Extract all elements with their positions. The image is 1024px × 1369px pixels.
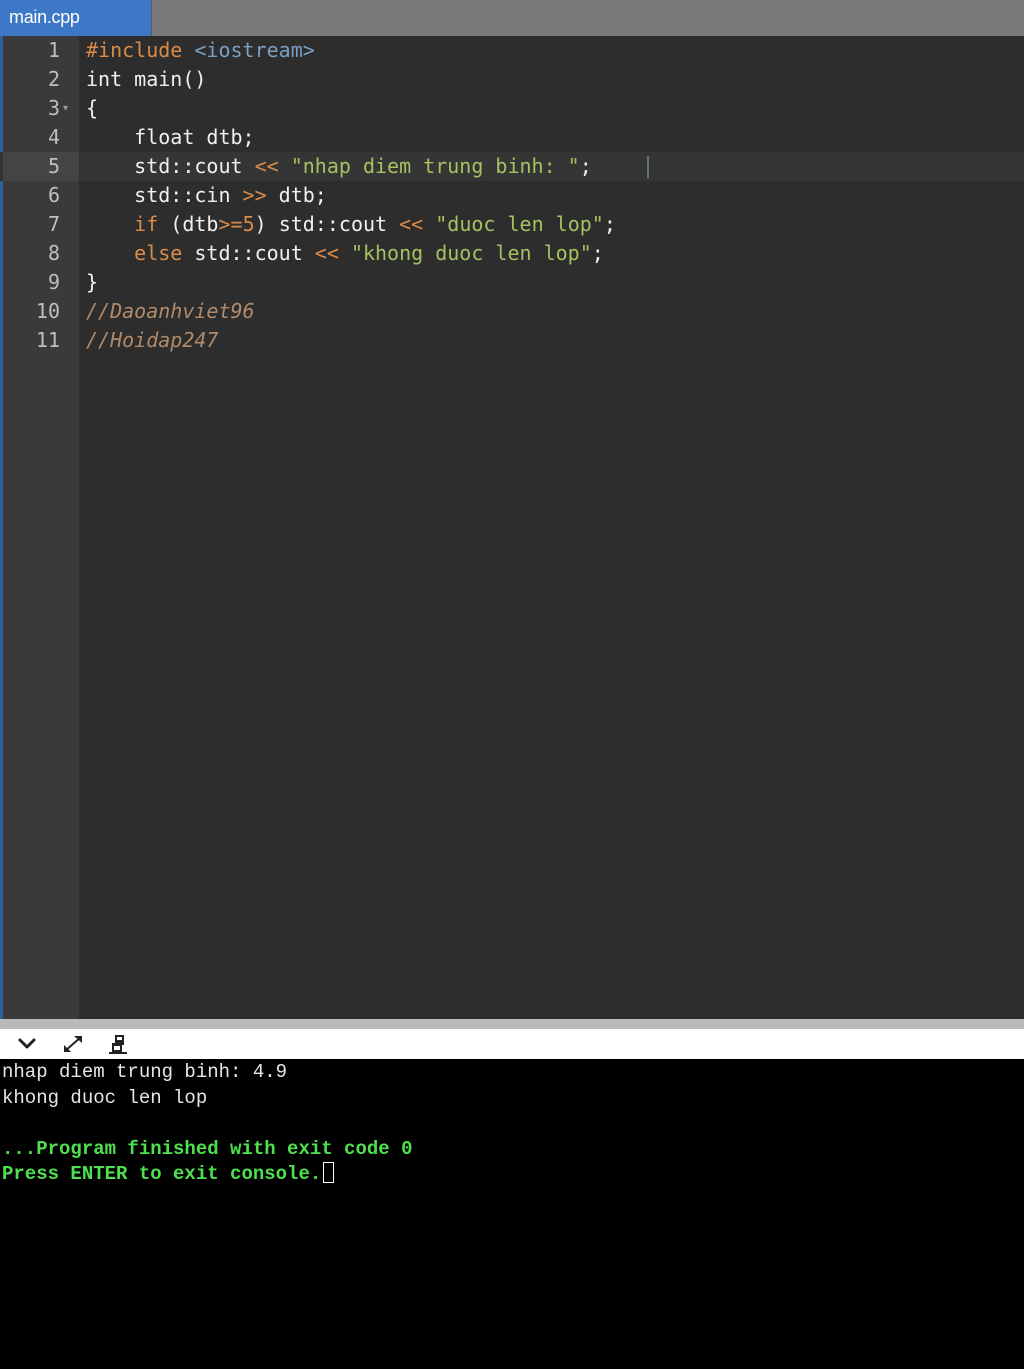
- code-token: dtb;: [266, 183, 327, 207]
- code-text: int main(): [86, 65, 206, 94]
- code-token: <iostream>: [194, 38, 315, 62]
- text-cursor: [647, 156, 649, 178]
- code-line[interactable]: 5 std::cout << "nhap diem trung binh: ";: [0, 152, 1024, 181]
- console-line-text: nhap diem trung binh: 4.9: [2, 1061, 288, 1083]
- line-number: 1: [47, 38, 60, 62]
- code-token: ) std::cout: [254, 212, 400, 236]
- tab-bar: main.cpp: [0, 0, 1024, 36]
- code-text: }: [86, 268, 98, 297]
- code-token: //Hoidap247: [86, 328, 219, 352]
- code-line[interactable]: 4 float dtb;: [0, 123, 1024, 152]
- console-splitter[interactable]: [0, 1019, 1024, 1029]
- code-line[interactable]: 7 if (dtb>=5) std::cout << "duoc len lop…: [0, 210, 1024, 239]
- console-line: ...Program finished with exit code 0: [2, 1137, 412, 1163]
- code-text: else std::cout << "khong duoc len lop";: [86, 239, 604, 268]
- code-token: std::cin: [86, 183, 243, 207]
- code-text: {: [86, 94, 98, 123]
- code-token: ;: [603, 212, 616, 236]
- line-number: 3: [47, 96, 60, 120]
- code-text: if (dtb>=5) std::cout << "duoc len lop";: [86, 210, 616, 239]
- code-token: "nhap diem trung binh: ": [290, 154, 580, 178]
- expand-console-button[interactable]: [60, 1032, 86, 1056]
- code-token: float dtb;: [86, 125, 255, 149]
- code-text: float dtb;: [86, 123, 255, 152]
- code-token: }: [86, 270, 99, 294]
- code-text: //Hoidap247: [86, 326, 218, 355]
- clear-console-button[interactable]: [105, 1032, 131, 1056]
- code-line[interactable]: 6 std::cin >> dtb;: [0, 181, 1024, 210]
- code-token: "khong duoc len lop": [350, 241, 592, 265]
- code-token: "duoc len lop": [435, 212, 604, 236]
- line-number: 6: [47, 183, 60, 207]
- tab-main-cpp[interactable]: main.cpp: [0, 0, 152, 36]
- console-line: khong duoc len lop: [2, 1086, 207, 1112]
- code-token: >>: [242, 183, 267, 207]
- code-line[interactable]: 2 int main(): [0, 65, 1024, 94]
- console-line: nhap diem trung binh: 4.9: [2, 1060, 287, 1086]
- online-ide-window: main.cpp 1 #include <iostream> 2 int main()…: [0, 0, 1024, 1369]
- line-number: 11: [35, 328, 60, 352]
- line-number: 2: [47, 67, 60, 91]
- code-line[interactable]: 1 #include <iostream>: [0, 36, 1024, 65]
- code-line[interactable]: 8 else std::cout << "khong duoc len lop"…: [0, 239, 1024, 268]
- code-token: (dtb: [158, 212, 219, 236]
- terminal-cursor: [323, 1162, 335, 1183]
- chevron-down-icon: [18, 1038, 36, 1049]
- code-token: <<: [254, 154, 279, 178]
- expand-arrows-icon: [64, 1036, 82, 1052]
- code-line[interactable]: 10 //Daoanhviet96: [0, 297, 1024, 326]
- code-token: {: [86, 96, 99, 120]
- code-token: std::cout: [182, 241, 315, 265]
- console-line: Press ENTER to exit console.: [2, 1162, 335, 1188]
- code-token: std::cout: [86, 154, 255, 178]
- line-number: 9: [47, 270, 60, 294]
- code-line[interactable]: 9}: [0, 268, 1024, 297]
- code-token: int main(): [86, 67, 207, 91]
- console-toolbar: [0, 1029, 1024, 1059]
- line-number: 8: [47, 241, 60, 265]
- code-token: <<: [399, 212, 424, 236]
- console-line-text: khong duoc len lop: [2, 1086, 208, 1109]
- collapse-console-button[interactable]: [14, 1032, 40, 1056]
- code-token: if: [134, 212, 159, 236]
- code-text: //Daoanhviet96: [86, 297, 255, 326]
- code-line[interactable]: 11 //Hoidap247: [0, 326, 1024, 355]
- console-output[interactable]: nhap diem trung binh: 4.9 khong duoc len …: [0, 1059, 1024, 1369]
- code-text: std::cout << "nhap diem trung binh: ";: [86, 152, 592, 181]
- console-line-text: Press ENTER to exit console.: [2, 1163, 322, 1185]
- code-token: else: [134, 241, 183, 265]
- code-token: //Daoanhviet96: [86, 299, 255, 323]
- code-token: ;: [579, 154, 592, 178]
- line-number: 7: [47, 212, 60, 236]
- code-text: #include <iostream>: [86, 36, 315, 65]
- code-token: <<: [314, 241, 339, 265]
- line-number: 10: [35, 299, 60, 323]
- code-editor[interactable]: 1 #include <iostream> 2 int main() 3 ▾ {4 floa…: [0, 36, 1024, 1019]
- line-number: 5: [47, 154, 60, 178]
- code-token: 5: [242, 212, 255, 236]
- eraser-icon: [109, 1035, 127, 1054]
- code-text: std::cin >> dtb;: [86, 181, 327, 210]
- code-token: ;: [591, 241, 604, 265]
- console-line-text: ...Program finished with exit code 0: [2, 1137, 413, 1160]
- code-token: >=: [218, 212, 243, 236]
- code-line[interactable]: 3 ▾ {: [0, 94, 1024, 123]
- fold-arrow-icon[interactable]: ▾: [63, 94, 68, 123]
- code-token: #include: [86, 38, 183, 62]
- line-number: 4: [47, 125, 60, 149]
